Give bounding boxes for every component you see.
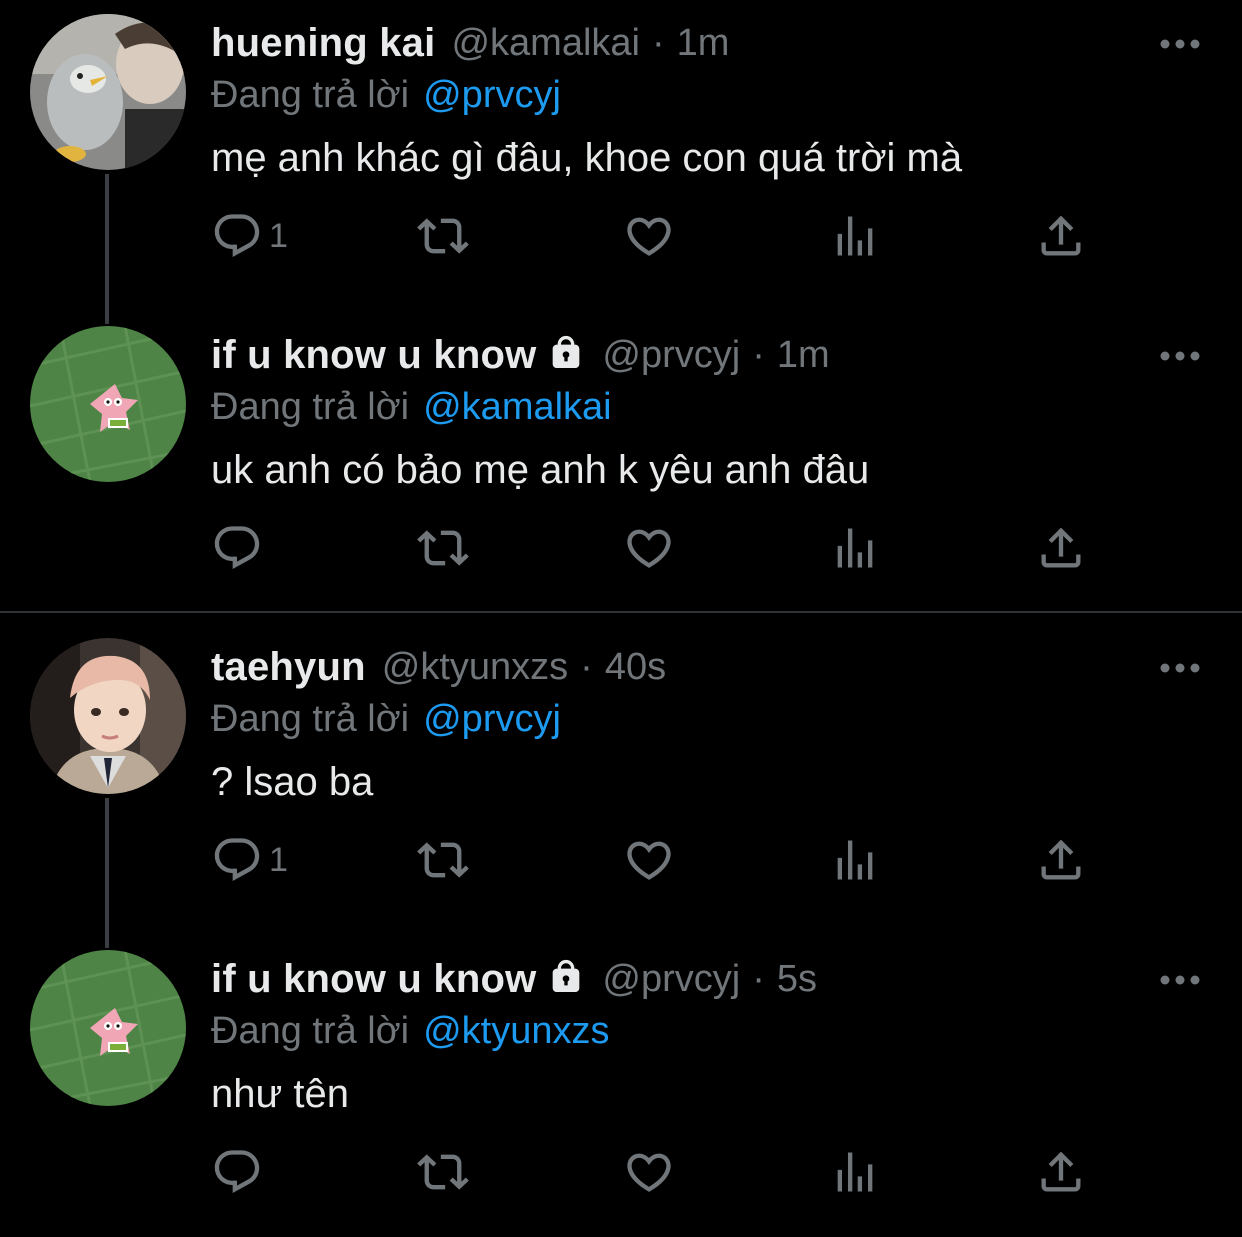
- share-icon: [1035, 522, 1087, 574]
- mention-link[interactable]: @prvcyj: [423, 698, 561, 741]
- share-button[interactable]: [1035, 518, 1087, 578]
- replying-label: Đang trả lời: [211, 1009, 410, 1052]
- display-name[interactable]: taehyun: [211, 645, 366, 690]
- more-icon[interactable]: [1155, 24, 1205, 64]
- like-icon: [623, 834, 675, 886]
- mention-link[interactable]: @prvcyj: [423, 74, 561, 117]
- like-icon: [623, 210, 675, 262]
- replying-to: Đang trả lời @prvcyj: [211, 694, 561, 744]
- retweet-button[interactable]: [417, 830, 469, 890]
- avatar[interactable]: [30, 950, 186, 1106]
- separator: ·: [752, 333, 765, 376]
- reply-icon: [211, 1146, 263, 1198]
- retweet-icon: [417, 834, 469, 886]
- retweet-button[interactable]: [417, 206, 469, 266]
- like-button[interactable]: [623, 830, 675, 890]
- reply-button[interactable]: [211, 518, 269, 578]
- like-icon: [623, 522, 675, 574]
- handle[interactable]: @ktyunxzs: [382, 646, 568, 689]
- action-bar: [211, 1142, 1111, 1202]
- analytics-icon: [829, 522, 881, 574]
- tweet-header: if u know u know @prvcyj · 1m: [211, 330, 830, 380]
- share-icon: [1035, 834, 1087, 886]
- retweet-button[interactable]: [417, 1142, 469, 1202]
- like-icon: [623, 1146, 675, 1198]
- display-name[interactable]: if u know u know: [211, 957, 536, 1002]
- timestamp[interactable]: 40s: [605, 646, 666, 689]
- tweet-text: như tên: [211, 1072, 349, 1116]
- action-bar: 1: [211, 206, 1111, 266]
- avatar[interactable]: [30, 638, 186, 794]
- analytics-icon: [829, 834, 881, 886]
- analytics-button[interactable]: [829, 1142, 881, 1202]
- reply-count: 1: [269, 216, 288, 255]
- analytics-button[interactable]: [829, 830, 881, 890]
- tweet-text: uk anh có bảo mẹ anh k yêu anh đâu: [211, 448, 870, 492]
- replying-to: Đang trả lời @prvcyj: [211, 70, 561, 120]
- separator: ·: [752, 957, 765, 1000]
- more-icon[interactable]: [1155, 960, 1205, 1000]
- mention-link[interactable]: @ktyunxzs: [423, 1010, 609, 1053]
- avatar[interactable]: [30, 326, 186, 482]
- handle[interactable]: @prvcyj: [602, 334, 740, 377]
- analytics-icon: [829, 1146, 881, 1198]
- mention-link[interactable]: @kamalkai: [423, 386, 612, 429]
- retweet-icon: [417, 522, 469, 574]
- share-icon: [1035, 210, 1087, 262]
- timestamp[interactable]: 5s: [777, 958, 817, 1001]
- reply-icon: [211, 522, 263, 574]
- tweet[interactable]: taehyun @ktyunxzs · 40s Đang trả lời @pr…: [0, 624, 1242, 948]
- timestamp[interactable]: 1m: [677, 22, 730, 65]
- share-button[interactable]: [1035, 206, 1087, 266]
- display-name[interactable]: huening kai: [211, 21, 435, 66]
- reply-icon: [211, 834, 263, 886]
- separator: ·: [651, 21, 665, 64]
- like-button[interactable]: [623, 518, 675, 578]
- thread-line: [105, 798, 109, 948]
- action-bar: [211, 518, 1111, 578]
- like-button[interactable]: [623, 206, 675, 266]
- handle[interactable]: @kamalkai: [451, 22, 640, 65]
- replying-to: Đang trả lời @ktyunxzs: [211, 1006, 610, 1056]
- retweet-icon: [417, 210, 469, 262]
- analytics-button[interactable]: [829, 518, 881, 578]
- tweet[interactable]: if u know u know @prvcyj · 5s Đang trả l…: [0, 936, 1242, 1237]
- tweet-header: huening kai @kamalkai · 1m: [211, 18, 729, 68]
- reply-button[interactable]: 1: [211, 830, 288, 890]
- display-name[interactable]: if u know u know: [211, 333, 536, 378]
- lock-icon: [546, 957, 586, 997]
- action-bar: 1: [211, 830, 1111, 890]
- like-button[interactable]: [623, 1142, 675, 1202]
- share-icon: [1035, 1146, 1087, 1198]
- tweet[interactable]: huening kai @kamalkai · 1m Đang trả lời …: [0, 0, 1242, 324]
- share-button[interactable]: [1035, 1142, 1087, 1202]
- replying-to: Đang trả lời @kamalkai: [211, 382, 612, 432]
- tweet-text: ? lsao ba: [211, 760, 374, 804]
- reply-count: 1: [269, 840, 288, 879]
- more-icon[interactable]: [1155, 336, 1205, 376]
- reply-button[interactable]: 1: [211, 206, 288, 266]
- analytics-icon: [829, 210, 881, 262]
- tweet-header: if u know u know @prvcyj · 5s: [211, 954, 817, 1004]
- thread-line: [105, 174, 109, 324]
- replying-label: Đang trả lời: [211, 73, 410, 116]
- tweet-header: taehyun @ktyunxzs · 40s: [211, 642, 666, 692]
- replying-label: Đang trả lời: [211, 385, 410, 428]
- reply-button[interactable]: [211, 1142, 269, 1202]
- tweet-text: mẹ anh khác gì đâu, khoe con quá trời mà: [211, 136, 963, 180]
- tweet[interactable]: if u know u know @prvcyj · 1m Đang trả l…: [0, 312, 1242, 624]
- timestamp[interactable]: 1m: [777, 334, 830, 377]
- retweet-icon: [417, 1146, 469, 1198]
- handle[interactable]: @prvcyj: [602, 958, 740, 1001]
- lock-icon: [546, 333, 586, 373]
- share-button[interactable]: [1035, 830, 1087, 890]
- retweet-button[interactable]: [417, 518, 469, 578]
- separator: ·: [580, 645, 593, 688]
- avatar[interactable]: [30, 14, 186, 170]
- thread-divider: [0, 611, 1242, 613]
- analytics-button[interactable]: [829, 206, 881, 266]
- replying-label: Đang trả lời: [211, 697, 410, 740]
- reply-icon: [211, 210, 263, 262]
- more-icon[interactable]: [1155, 648, 1205, 688]
